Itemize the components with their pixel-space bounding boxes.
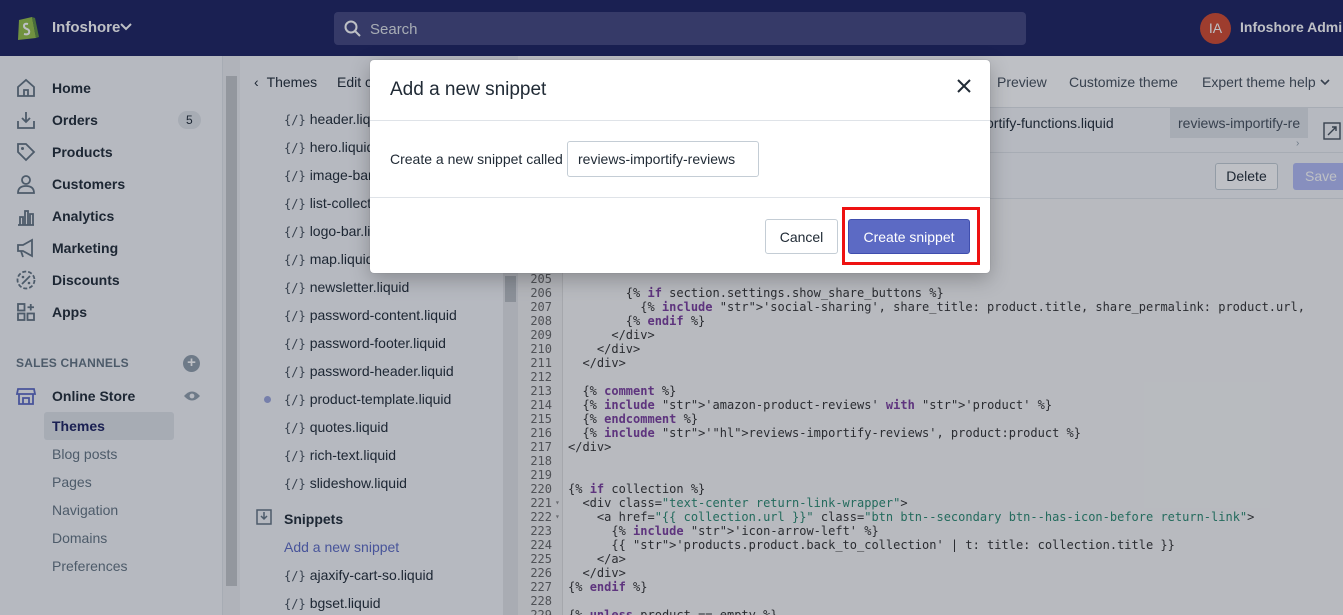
snippet-name-input[interactable] [567, 141, 759, 177]
divider [370, 197, 990, 198]
modal-title: Add a new snippet [390, 79, 547, 100]
cancel-button[interactable]: Cancel [765, 219, 838, 254]
close-icon[interactable] [955, 77, 973, 95]
create-snippet-button[interactable]: Create snippet [848, 219, 970, 254]
divider [370, 120, 990, 121]
add-snippet-modal: Add a new snippet Create a new snippet c… [370, 60, 990, 273]
snippet-name-label: Create a new snippet called [390, 151, 563, 167]
